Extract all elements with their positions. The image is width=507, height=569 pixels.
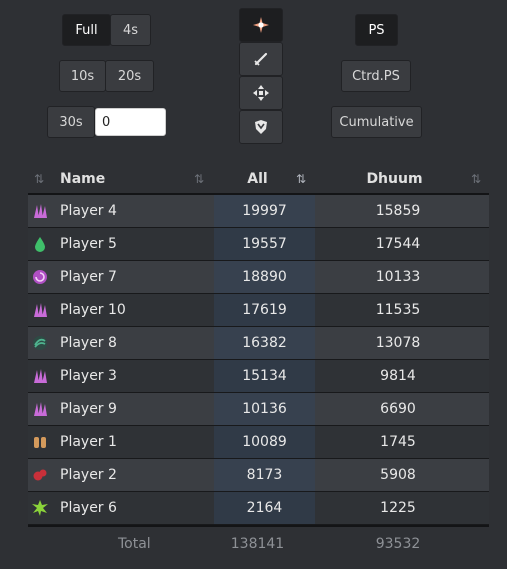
4s-button[interactable]: 4s <box>110 14 151 46</box>
name-column-header[interactable]: Name <box>60 165 105 193</box>
player-name: Player 1 <box>60 434 117 450</box>
table-row[interactable]: Player 7 18890 10133 <box>28 261 489 294</box>
droplet-icon <box>35 237 45 252</box>
total-row: Total 138141 93532 <box>28 527 489 561</box>
all-value: 16382 <box>214 327 315 359</box>
dhuum-value: 9814 <box>380 368 416 384</box>
all-value: 10089 <box>214 426 315 458</box>
dhuum-value: 1745 <box>380 434 416 450</box>
table-row[interactable]: Player 1 10089 1745 <box>28 426 489 459</box>
all-value: 8173 <box>214 459 315 491</box>
all-value: 15134 <box>214 360 315 392</box>
dhuum-value: 10133 <box>375 269 421 285</box>
fists-icon <box>34 437 46 448</box>
swirl-icon <box>33 336 47 350</box>
table-row[interactable]: Player 9 10136 6690 <box>28 393 489 426</box>
all-value: 18890 <box>214 261 315 293</box>
ctrd-ps-button[interactable]: Ctrd.PS <box>341 60 411 92</box>
sword-button[interactable] <box>239 42 283 76</box>
full-button[interactable]: Full <box>62 14 111 46</box>
dhuum-value: 15859 <box>375 203 421 219</box>
table-header: ⇅ Name ⇅ All ⇅ Dhuum ⇅ <box>28 165 489 195</box>
move-arrows-icon <box>253 85 269 101</box>
ps-button[interactable]: PS <box>355 14 398 46</box>
sword-icon <box>254 52 268 66</box>
player-name: Player 3 <box>60 368 117 384</box>
table-row[interactable]: Player 2 8173 5908 <box>28 459 489 492</box>
all-column-header[interactable]: All <box>214 165 301 193</box>
dhuum-value: 1225 <box>380 500 416 516</box>
total-dhuum-value: 93532 <box>375 536 421 552</box>
all-value: 2164 <box>214 492 315 524</box>
total-label: Total <box>118 536 151 552</box>
table-row[interactable]: Player 6 2164 1225 <box>28 492 489 525</box>
shield-icon <box>255 120 267 134</box>
player-name: Player 4 <box>60 203 117 219</box>
dhuum-value: 11535 <box>375 302 421 318</box>
move-arrows-button[interactable] <box>239 76 283 110</box>
claws-icon <box>34 402 47 416</box>
splat-icon <box>32 500 48 516</box>
sort-desc-icon[interactable]: ⇅ <box>296 165 306 193</box>
player-name: Player 8 <box>60 335 117 351</box>
10s-button[interactable]: 10s <box>59 60 106 92</box>
claws-icon <box>34 303 47 317</box>
spiral-icon <box>33 270 47 284</box>
table-row[interactable]: Player 5 19557 17544 <box>28 228 489 261</box>
total-all-value: 138141 <box>230 536 285 552</box>
dhuum-column-header[interactable]: Dhuum <box>328 165 461 193</box>
table-body: Player 4 19997 15859 Player 5 19557 17544 Play… <box>28 195 489 525</box>
all-value: 19997 <box>214 195 315 227</box>
dhuum-value: 5908 <box>380 467 416 483</box>
player-name: Player 2 <box>60 467 117 483</box>
dhuum-value: 13078 <box>375 335 421 351</box>
table-row[interactable]: Player 10 17619 11535 <box>28 294 489 327</box>
table-row[interactable]: Player 8 16382 13078 <box>28 327 489 360</box>
sort-icon[interactable]: ⇅ <box>471 165 481 193</box>
player-name: Player 6 <box>60 500 117 516</box>
cumulative-button[interactable]: Cumulative <box>331 106 422 138</box>
gears-icon <box>33 469 47 481</box>
all-value: 10136 <box>214 393 315 425</box>
all-value: 17619 <box>214 294 315 326</box>
claws-icon <box>34 204 47 218</box>
player-name: Player 7 <box>60 269 117 285</box>
dhuum-value: 17544 <box>375 236 421 252</box>
table-row[interactable]: Player 3 15134 9814 <box>28 360 489 393</box>
dhuum-value: 6690 <box>380 401 416 417</box>
20s-button[interactable]: 20s <box>105 60 154 92</box>
player-name: Player 9 <box>60 401 117 417</box>
30s-button[interactable]: 30s <box>47 106 95 138</box>
shield-button[interactable] <box>239 110 283 144</box>
player-name: Player 5 <box>60 236 117 252</box>
star-burst-button[interactable] <box>239 8 283 42</box>
sort-icon[interactable]: ⇅ <box>34 165 44 193</box>
claws-icon <box>34 369 47 383</box>
sort-icon[interactable]: ⇅ <box>194 165 204 193</box>
player-name: Player 10 <box>60 302 126 318</box>
star-burst-icon <box>253 17 269 33</box>
all-value: 19557 <box>214 228 315 260</box>
table-row[interactable]: Player 4 19997 15859 <box>28 195 489 228</box>
time-input[interactable] <box>95 108 166 136</box>
